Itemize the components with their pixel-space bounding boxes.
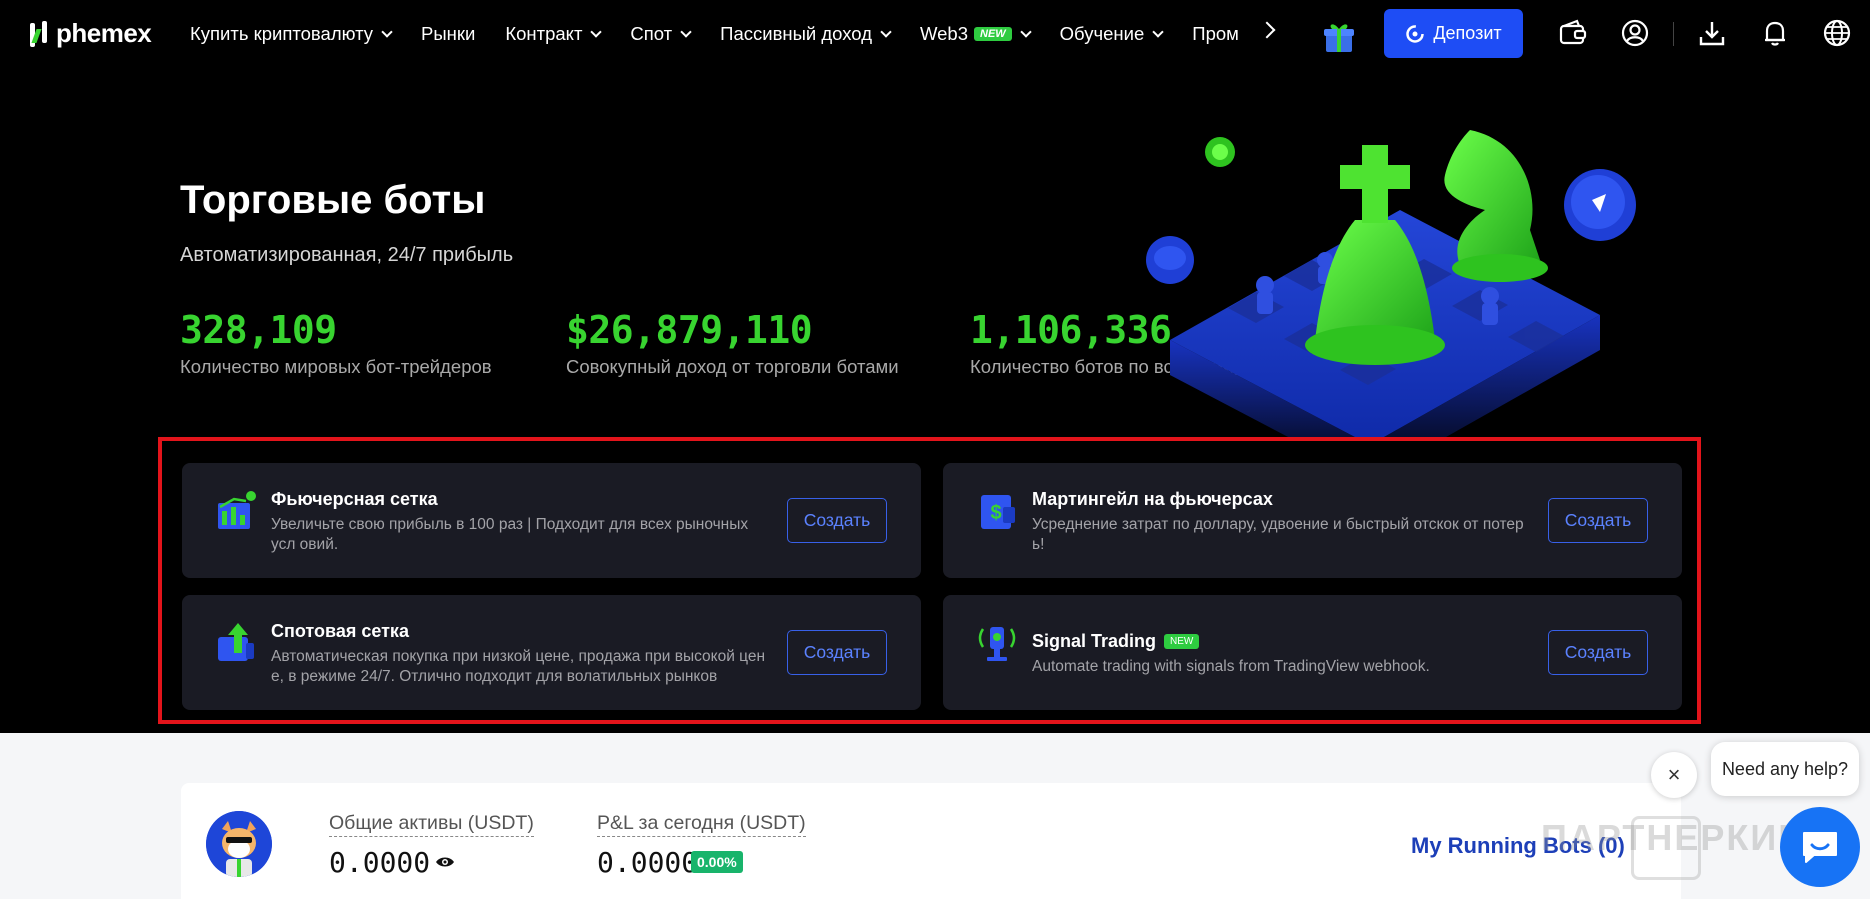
deposit-label: Депозит (1433, 23, 1502, 43)
signal-icon (978, 627, 1016, 661)
nav-item-education[interactable]: Обучение (1059, 23, 1164, 45)
stat-value: 328,109 (180, 308, 337, 352)
create-signal-trading-button[interactable]: Создать (1548, 630, 1648, 675)
futures-grid-icon (218, 491, 256, 529)
bot-card-title: Фьючерсная сетка (271, 489, 438, 509)
new-badge: NEW (974, 27, 1012, 41)
bot-card-desc: Automate trading with signals from Tradi… (1032, 658, 1430, 675)
wallet-icon[interactable] (1558, 18, 1588, 48)
profile-icon[interactable] (1620, 18, 1650, 48)
chat-button[interactable] (1780, 807, 1860, 887)
globe-icon[interactable] (1822, 18, 1852, 48)
page-title: Торговые боты (180, 178, 486, 222)
bot-card-signal-trading: Signal Trading NEW Automate trading with… (943, 595, 1682, 710)
stat-income: $26,879,110 Совокупный доход от торговли… (566, 308, 899, 378)
bot-card-desc: Увеличьте свою прибыль в 100 раз | Подхо… (271, 516, 749, 553)
nav-item-label: Пром (1192, 23, 1239, 44)
nav-item-label: Купить криптовалюту (190, 23, 374, 44)
deposit-icon (1406, 24, 1425, 43)
account-section: Общие активы (USDT) 0.0000 P&L за сегодн… (0, 733, 1870, 899)
phemex-logo[interactable]: phemex (30, 18, 152, 49)
account-summary-card: Общие активы (USDT) 0.0000 P&L за сегодн… (181, 783, 1804, 899)
stat-label: Совокупный доход от торговли ботами (566, 356, 899, 377)
chevron-down-icon (880, 25, 892, 38)
total-assets-value: 0.0000 (329, 846, 431, 879)
bot-card-title: Signal Trading (1032, 631, 1157, 651)
bot-card-futures-grid: Фьючерсная сетка Увеличьте свою прибыль … (182, 463, 921, 578)
nav-item-buy-crypto[interactable]: Купить криптовалюту (190, 23, 393, 45)
create-martingale-button[interactable]: Создать (1548, 498, 1648, 543)
bot-card-title: Спотовая сетка (271, 621, 409, 641)
nav-item-label: Web3 (920, 23, 968, 44)
eye-icon[interactable] (435, 855, 455, 869)
nav-item-label: Пассивный доход (720, 23, 872, 44)
chat-icon (1803, 832, 1837, 863)
create-spot-grid-button[interactable]: Создать (787, 630, 887, 675)
logo-mark-icon (30, 19, 52, 49)
bell-icon[interactable] (1760, 18, 1790, 48)
spot-grid-icon (218, 623, 254, 661)
top-nav: phemex Купить криптовалюту Рынки Контрак… (0, 0, 1870, 68)
nav-item-passive-income[interactable]: Пассивный доход (720, 23, 892, 45)
page: phemex Купить криптовалюту Рынки Контрак… (0, 0, 1870, 899)
nav-item-label: Обучение (1059, 23, 1145, 44)
stat-traders: 328,109 Количество мировых бот-трейдеров (180, 308, 492, 378)
bot-card-spot-grid: Спотовая сетка Автоматическая покупка пр… (182, 595, 921, 710)
pnl-today-value: 0.0000 (597, 846, 699, 879)
chevron-down-icon (1152, 25, 1164, 38)
chevron-down-icon (680, 25, 692, 38)
watermark-text: ПАРТНЕРКИН (1541, 817, 1807, 858)
nav-item-spot[interactable]: Спот (630, 23, 692, 45)
stat-label: Количество мировых бот-трейдеров (180, 356, 492, 377)
bot-card-title-row: Signal Trading NEW (1032, 631, 1200, 652)
create-futures-grid-button[interactable]: Создать (787, 498, 887, 543)
page-subtitle: Автоматизированная, 24/7 прибыль (180, 244, 514, 266)
help-bubble[interactable]: Need any help? (1711, 742, 1859, 796)
nav-menu: Купить криптовалюту Рынки Контракт Спот … (190, 0, 1269, 68)
chess-illustration (1146, 130, 1636, 440)
gift-icon[interactable] (1323, 20, 1355, 54)
new-badge: NEW (1164, 634, 1200, 649)
bot-card-desc: Усреднение затрат по доллару, удвоение и… (1032, 516, 1524, 553)
bot-card-martingale: $ Мартингейл на фьючерсах Усреднение зат… (943, 463, 1682, 578)
nav-item-web3[interactable]: Web3 NEW (920, 23, 1032, 45)
chevron-down-icon (590, 25, 603, 38)
martingale-icon: $ (981, 495, 1015, 529)
deposit-button[interactable]: Депозит (1384, 9, 1523, 58)
nav-item-label: Рынки (421, 23, 476, 44)
nav-item-contract[interactable]: Контракт (505, 23, 603, 45)
svg-text:$: $ (990, 502, 1001, 524)
chevron-down-icon (1020, 25, 1032, 38)
nav-item-markets[interactable]: Рынки (421, 23, 475, 45)
nav-divider (1673, 22, 1674, 46)
total-assets-label[interactable]: Общие активы (USDT) (329, 812, 534, 837)
chevron-down-icon (381, 25, 393, 38)
bot-card-title: Мартингейл на фьючерсах (1032, 489, 1273, 509)
dog-avatar-icon (206, 811, 272, 877)
nav-item-promo[interactable]: Пром (1192, 23, 1239, 45)
avatar[interactable] (206, 811, 272, 877)
download-icon[interactable] (1697, 18, 1727, 48)
nav-item-label: Спот (630, 23, 673, 44)
logo-text: phemex (56, 18, 152, 48)
nav-item-label: Контракт (505, 23, 583, 44)
help-close-button[interactable]: × (1651, 752, 1697, 798)
pnl-today-label[interactable]: P&L за сегодня (USDT) (597, 812, 806, 837)
pnl-percent-badge: 0.00% (691, 851, 743, 873)
bot-card-desc: Автоматическая покупка при низкой цене, … (271, 648, 766, 685)
stat-value: $26,879,110 (566, 308, 813, 352)
